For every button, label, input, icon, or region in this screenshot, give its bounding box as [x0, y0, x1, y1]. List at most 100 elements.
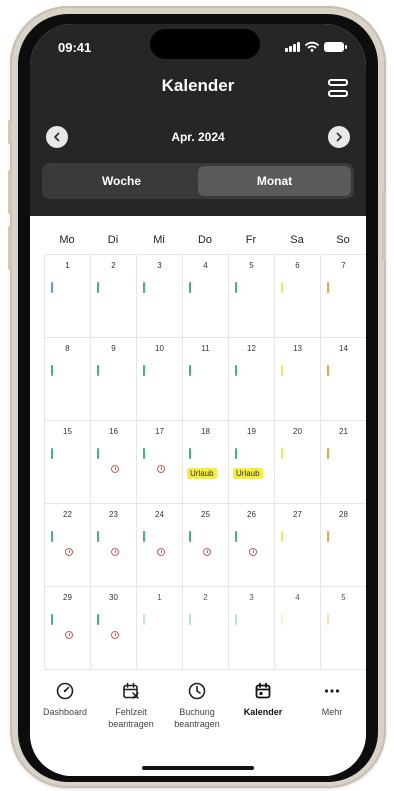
tab-more-label: Mehr [321, 707, 343, 717]
day-number: 11 [201, 344, 210, 353]
calendar-day[interactable]: 3 [137, 255, 183, 338]
day-number: 18 [201, 427, 210, 436]
calendar-day[interactable]: 12 [229, 338, 275, 421]
dynamic-island [150, 29, 260, 59]
day-status-marker [51, 614, 53, 625]
day-number: 1 [65, 261, 70, 270]
tab-absence-label-line2: beantragen [108, 719, 154, 729]
tab-dashboard[interactable]: Dashboard [32, 682, 98, 718]
calendar-day[interactable]: 4 [183, 255, 229, 338]
day-number: 3 [157, 261, 162, 270]
calendar-day[interactable]: 1 [137, 587, 183, 670]
tab-week[interactable]: Woche [45, 166, 198, 196]
day-number: 24 [155, 510, 164, 519]
weekday-label: Di [107, 234, 119, 246]
day-number: 8 [65, 344, 70, 353]
calendar-day[interactable]: 14 [321, 338, 366, 421]
calendar-day[interactable]: 5 [321, 587, 366, 670]
calendar-day[interactable]: 2 [183, 587, 229, 670]
calendar-day[interactable]: 18 Urlaub [183, 421, 229, 504]
day-status-marker [235, 282, 237, 293]
calendar-day[interactable]: 13 [275, 338, 321, 421]
tab-absence-request[interactable]: Fehlzeit beantragen [98, 682, 164, 730]
pending-clock-icon [157, 465, 165, 473]
day-status-marker [143, 614, 145, 625]
pending-clock-icon [111, 548, 119, 556]
calendar-day[interactable]: 24 [137, 504, 183, 587]
tab-booking-request[interactable]: Buchung beantragen [164, 682, 230, 730]
day-status-marker [97, 531, 99, 542]
day-status-marker [143, 531, 145, 542]
calendar-day[interactable]: 21 [321, 421, 366, 504]
day-number: 13 [293, 344, 302, 353]
calendar-day[interactable]: 23 [91, 504, 137, 587]
day-status-marker [327, 448, 329, 459]
day-status-marker [281, 365, 283, 376]
day-number: 26 [247, 510, 256, 519]
calendar-day[interactable]: 7 [321, 255, 366, 338]
tab-calendar-label: Kalender [243, 707, 283, 717]
day-status-marker [143, 282, 145, 293]
calendar-day[interactable]: 27 [275, 504, 321, 587]
calendar-day[interactable]: 9 [91, 338, 137, 421]
volume-down-button [8, 226, 12, 270]
calendar-day[interactable]: 28 [321, 504, 366, 587]
calendar-day[interactable]: 3 [229, 587, 275, 670]
day-status-marker [143, 365, 145, 376]
calendar-day[interactable]: 29 [45, 587, 91, 670]
tab-dashboard-label: Dashboard [42, 707, 88, 717]
tab-booking-label-line2: beantragen [174, 719, 220, 729]
day-number: 3 [249, 593, 254, 602]
calendar-day[interactable]: 8 [45, 338, 91, 421]
calendar-day[interactable]: 10 [137, 338, 183, 421]
day-number: 14 [339, 344, 348, 353]
tab-booking-label-line1: Buchung [179, 707, 215, 717]
day-status-marker [51, 448, 53, 459]
next-month-button[interactable] [328, 126, 350, 148]
weekday-label: Do [197, 234, 213, 246]
volume-up-button [8, 170, 12, 214]
calendar-day[interactable]: 30 [91, 587, 137, 670]
day-status-marker [51, 531, 53, 542]
mute-switch [8, 120, 12, 144]
battery-icon [324, 42, 347, 52]
calendar-day[interactable]: 26 [229, 504, 275, 587]
day-status-marker [143, 448, 145, 459]
day-number: 16 [109, 427, 118, 436]
view-segmented-control: Woche Monat [42, 163, 354, 199]
calendar-grid: 1 2 3 4 5 6 7 8 9 10 11 12 13 14 15 16 17 18 Urlaub 19 Urlau… [44, 254, 366, 670]
calendar-day[interactable]: 25 [183, 504, 229, 587]
day-status-marker [51, 365, 53, 376]
month-navigation: Apr. 2024 [30, 126, 366, 148]
day-number: 2 [203, 593, 208, 602]
day-number: 22 [63, 510, 72, 519]
calendar-day[interactable]: 11 [183, 338, 229, 421]
calendar-day[interactable]: 16 [91, 421, 137, 504]
tab-month[interactable]: Monat [198, 166, 351, 196]
calendar-day[interactable]: 5 [229, 255, 275, 338]
calendar-day[interactable]: 2 [91, 255, 137, 338]
calendar-day[interactable]: 22 [45, 504, 91, 587]
calendar-day[interactable]: 19 Urlaub [229, 421, 275, 504]
day-number: 4 [203, 261, 208, 270]
view-toggle-icon[interactable] [328, 78, 348, 98]
day-status-marker [235, 365, 237, 376]
day-number: 4 [295, 593, 300, 602]
calendar-day[interactable]: 4 [275, 587, 321, 670]
pending-clock-icon [249, 548, 257, 556]
calendar-day[interactable]: 1 [45, 255, 91, 338]
calendar-day[interactable]: 17 [137, 421, 183, 504]
calendar-day[interactable]: 20 [275, 421, 321, 504]
calendar-day[interactable]: 6 [275, 255, 321, 338]
weekday-label: Sa [290, 234, 304, 246]
tab-calendar[interactable]: Kalender [230, 682, 296, 718]
tab-more[interactable]: Mehr [300, 682, 364, 718]
calendar-x-icon [123, 682, 139, 699]
day-number: 5 [249, 261, 254, 270]
calendar-day[interactable]: 15 [45, 421, 91, 504]
pending-clock-icon [157, 548, 165, 556]
day-status-marker [281, 282, 283, 293]
chevron-right-icon [336, 132, 342, 142]
day-number: 29 [63, 593, 72, 602]
day-number: 28 [339, 510, 348, 519]
